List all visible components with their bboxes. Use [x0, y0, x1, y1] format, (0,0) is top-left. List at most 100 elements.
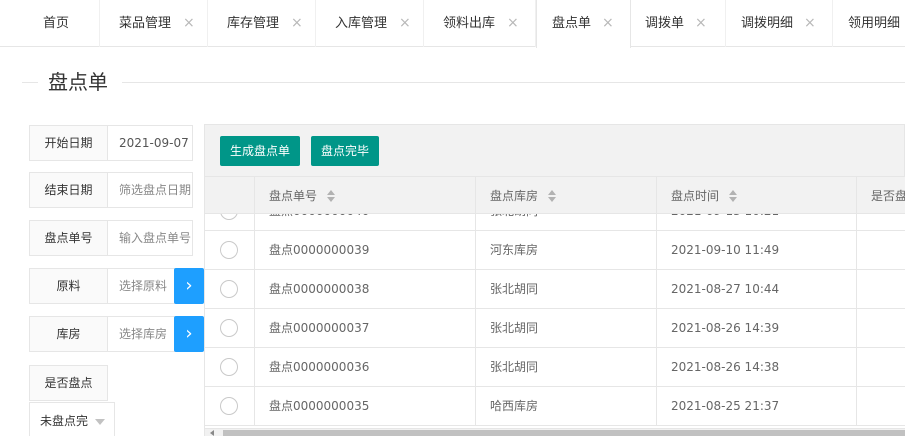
chevron-right-icon: › [185, 275, 193, 296]
warehouse-cell: 河东库房 [476, 231, 657, 269]
header-label: 盘点时间 [671, 189, 720, 203]
row-select-cell [205, 348, 255, 386]
time-cell: 2021-09-10 11:49 [657, 231, 857, 269]
tab-bar: 首页 菜品管理 × 库存管理 × 入库管理 × 领料出库 × 盘点单 × 调拨单… [0, 0, 905, 48]
tab-label: 调拨明细 [741, 16, 794, 31]
row-radio[interactable] [220, 397, 238, 415]
table-rows: 盘点0000000040 张北胡同 2021-09-13 10:21 盘点000… [205, 214, 905, 426]
start-date-input[interactable]: 2021-09-07 [107, 125, 193, 161]
status-cell [857, 214, 905, 230]
tab-label: 领用明细 [848, 16, 901, 31]
material-select-button[interactable]: › [174, 268, 204, 304]
horizontal-scrollbar[interactable] [205, 428, 905, 436]
scrollbar-thumb[interactable] [223, 430, 905, 436]
header-warehouse[interactable]: 盘点库房 [476, 177, 657, 213]
header-order-no[interactable]: 盘点单号 [255, 177, 476, 213]
row-select-cell [205, 214, 255, 230]
warehouse-cell: 哈西库房 [476, 387, 657, 425]
close-icon[interactable]: × [183, 0, 195, 47]
sort-icon[interactable] [327, 189, 337, 202]
order-no-cell: 盘点0000000040 [255, 214, 476, 230]
tab-label: 菜品管理 [119, 16, 172, 31]
tab-transfer-order[interactable]: 调拨单 × [631, 0, 726, 47]
warehouse-input[interactable]: 选择库房 [107, 316, 175, 352]
time-cell: 2021-09-13 10:21 [657, 214, 857, 230]
page-title: 盘点单 [48, 70, 108, 94]
close-icon[interactable]: × [804, 0, 816, 47]
tab-label: 入库管理 [335, 16, 388, 31]
chevron-right-icon: › [185, 323, 193, 344]
row-radio[interactable] [220, 358, 238, 376]
table-row[interactable]: 盘点0000000037 张北胡同 2021-08-26 14:39 [205, 309, 905, 348]
filter-order-no: 盘点单号 输入盘点单号 [29, 220, 193, 256]
complete-stocktake-button[interactable]: 盘点完毕 [311, 136, 380, 166]
tab-label: 首页 [43, 16, 70, 31]
status-cell [857, 387, 905, 425]
end-date-label: 结束日期 [29, 172, 108, 208]
caret-down-icon [95, 419, 105, 425]
filter-material: 原料 选择原料 › [29, 268, 204, 304]
status-cell [857, 309, 905, 347]
table-row[interactable]: 盘点0000000035 哈西库房 2021-08-25 21:37 [205, 387, 905, 426]
header-select [205, 177, 255, 213]
tab-stock-in-management[interactable]: 入库管理 × [316, 0, 424, 47]
table-row[interactable]: 盘点0000000039 河东库房 2021-09-10 11:49 [205, 231, 905, 270]
table-row[interactable]: 盘点0000000040 张北胡同 2021-09-13 10:21 [205, 214, 905, 231]
tab-requisition-detail[interactable]: 领用明细 [833, 0, 905, 47]
tab-home[interactable]: 首页 [0, 0, 100, 47]
header-status[interactable]: 是否盘 [857, 177, 905, 213]
order-no-cell: 盘点0000000038 [255, 270, 476, 308]
filter-start-date: 开始日期 2021-09-07 [29, 125, 193, 161]
sort-icon[interactable] [729, 189, 739, 202]
tab-dish-management[interactable]: 菜品管理 × [100, 0, 208, 47]
stocktake-status-value: 未盘点完 [40, 414, 89, 428]
tab-label: 领料出库 [443, 16, 496, 31]
close-icon[interactable]: × [399, 0, 411, 47]
header-label: 是否盘 [871, 189, 905, 203]
warehouse-cell: 张北胡同 [476, 270, 657, 308]
material-input[interactable]: 选择原料 [107, 268, 175, 304]
header-label: 盘点单号 [269, 189, 318, 203]
time-cell: 2021-08-26 14:38 [657, 348, 857, 386]
stocktake-status-select[interactable]: 未盘点完 [29, 402, 115, 436]
order-no-cell: 盘点0000000036 [255, 348, 476, 386]
tab-material-issue[interactable]: 领料出库 × [424, 0, 536, 47]
header-time[interactable]: 盘点时间 [657, 177, 857, 213]
tab-transfer-detail[interactable]: 调拨明细 × [726, 0, 833, 47]
warehouse-label: 库房 [29, 316, 108, 352]
stocktake-status-label: 是否盘点 [29, 365, 108, 401]
row-select-cell [205, 309, 255, 347]
time-cell: 2021-08-26 14:39 [657, 309, 857, 347]
stocktake-table: 盘点单号 盘点库房 盘点时间 是否盘 盘点0000000040 张北胡同 202… [204, 176, 905, 436]
filter-end-date: 结束日期 筛选盘点日期 [29, 172, 193, 208]
row-radio[interactable] [220, 319, 238, 337]
header-label: 盘点库房 [490, 189, 539, 203]
title-divider [122, 82, 905, 83]
close-icon[interactable]: × [507, 0, 519, 47]
generate-stocktake-button[interactable]: 生成盘点单 [220, 136, 301, 166]
order-no-input[interactable]: 输入盘点单号 [107, 220, 193, 256]
end-date-input[interactable]: 筛选盘点日期 [107, 172, 193, 208]
table-row[interactable]: 盘点0000000036 张北胡同 2021-08-26 14:38 [205, 348, 905, 387]
order-no-cell: 盘点0000000039 [255, 231, 476, 269]
row-radio[interactable] [220, 241, 238, 259]
order-no-cell: 盘点0000000037 [255, 309, 476, 347]
warehouse-select-button[interactable]: › [174, 316, 204, 352]
tab-label: 盘点单 [552, 16, 592, 31]
row-radio[interactable] [220, 280, 238, 298]
warehouse-cell: 张北胡同 [476, 348, 657, 386]
start-date-label: 开始日期 [29, 125, 108, 161]
close-icon[interactable]: × [695, 0, 707, 47]
warehouse-cell: 张北胡同 [476, 214, 657, 230]
sort-icon[interactable] [548, 189, 558, 202]
table-toolbar: 生成盘点单 盘点完毕 [204, 124, 905, 176]
row-select-cell [205, 387, 255, 425]
table-row[interactable]: 盘点0000000038 张北胡同 2021-08-27 10:44 [205, 270, 905, 309]
close-icon[interactable]: × [602, 0, 614, 47]
close-icon[interactable]: × [291, 0, 303, 47]
tab-stocktake[interactable]: 盘点单 × [536, 0, 631, 48]
scroll-left-icon[interactable] [210, 430, 214, 436]
time-cell: 2021-08-27 10:44 [657, 270, 857, 308]
row-radio[interactable] [220, 214, 238, 220]
tab-inventory-management[interactable]: 库存管理 × [208, 0, 316, 47]
